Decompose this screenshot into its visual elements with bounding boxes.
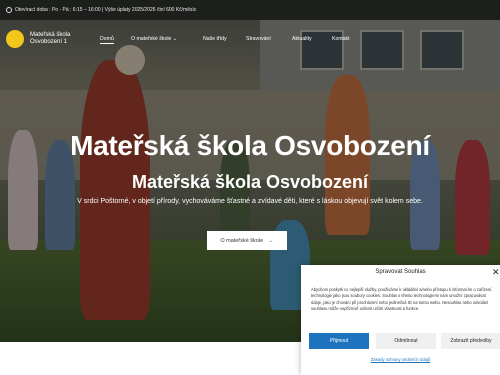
opening-hours-text: Otevírací doba : Po - Pá : 6:15 – 16:00 …: [15, 7, 197, 13]
nav-item-home[interactable]: Domů: [100, 36, 114, 44]
logo-line-2: Osvobození 1: [30, 39, 68, 45]
deny-button[interactable]: Odmítnout: [376, 333, 436, 349]
cookie-consent-dialog: Spravovat Souhlas ✕ Abychom poskytli co …: [301, 265, 500, 375]
hero-title: Mateřská škola Osvobození: [70, 130, 430, 161]
cookie-text: Abychom poskytli co nejlepší služby, pou…: [311, 287, 493, 311]
sun-logo-icon[interactable]: [6, 30, 24, 48]
nav-item-contact[interactable]: Kontakt: [332, 36, 350, 42]
site-header: Mateřská škola Osvobození 1 Domů O mateř…: [0, 20, 500, 60]
accept-button[interactable]: Přijmout: [309, 333, 369, 349]
top-info-bar: Otevírací doba : Po - Pá : 6:15 – 16:00 …: [0, 0, 500, 20]
site-logo-text[interactable]: Mateřská škola Osvobození 1: [30, 32, 90, 46]
nav-item-dining[interactable]: Stravování: [246, 36, 271, 42]
cta-label: O mateřské škole: [220, 237, 264, 244]
logo-line-1: Mateřská škola: [30, 32, 71, 38]
cookie-title: Spravovat Souhlas: [375, 269, 426, 275]
clock-icon: [6, 7, 12, 13]
nav-item-about[interactable]: O mateřské škole ⌄: [131, 36, 177, 42]
hero-subtitle: Mateřská škola Osvobození: [131, 172, 369, 192]
about-school-button[interactable]: O mateřské škole →: [207, 231, 287, 250]
nav-item-news[interactable]: Aktuality: [292, 36, 312, 42]
nav-item-classes[interactable]: Naše třídy: [203, 36, 227, 42]
hero-lead-text: V srdci Poštorné, v objetí přírody, vych…: [77, 198, 423, 205]
close-icon[interactable]: ✕: [492, 267, 500, 278]
preferences-button[interactable]: Zobrazit předvolby: [441, 333, 500, 349]
privacy-policy-link[interactable]: Zásady ochrany osobních údajů: [301, 357, 500, 362]
arrow-right-icon: →: [268, 237, 274, 244]
